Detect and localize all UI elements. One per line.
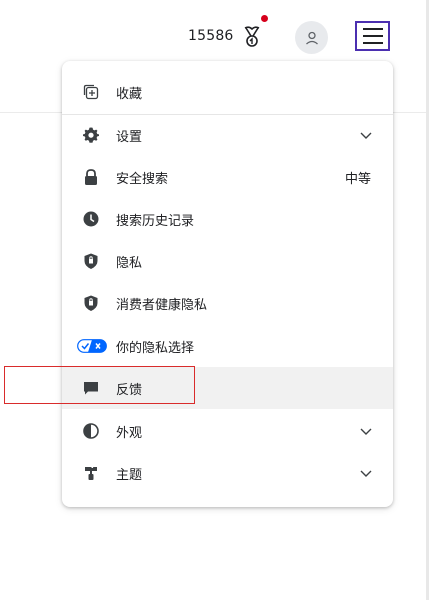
chevron-down-icon [360, 470, 372, 477]
hamburger-bar [362, 28, 383, 30]
paint-brush-icon [81, 463, 101, 483]
menu-item-label: 安全搜索 [116, 171, 169, 187]
menu-item-search-history[interactable]: 搜索历史记录 [62, 198, 393, 240]
chevron-down-icon [360, 428, 372, 435]
menu-item-label: 你的隐私选择 [116, 340, 195, 356]
shield-icon [81, 293, 101, 313]
menu-item-settings[interactable]: 设置 [62, 114, 393, 156]
hamburger-bar [362, 42, 383, 44]
menu-item-safesearch[interactable]: 安全搜索 中等 [62, 156, 393, 198]
menu-item-theme[interactable]: 主题 [62, 452, 393, 494]
menu-item-label: 搜索历史记录 [116, 213, 195, 229]
menu-item-label: 设置 [116, 129, 143, 145]
chevron-down-icon [360, 132, 372, 139]
menu-item-consumer-health-privacy[interactable]: 消费者健康隐私 [62, 282, 393, 324]
menu-item-privacy[interactable]: 隐私 [62, 240, 393, 282]
hamburger-bar [362, 35, 383, 37]
menu-item-collections[interactable]: 收藏 [62, 71, 393, 113]
menu-item-privacy-choices[interactable]: 你的隐私选择 [62, 325, 393, 367]
avatar[interactable] [295, 21, 328, 54]
menu-item-label: 主题 [116, 467, 143, 483]
menu-item-label: 消费者健康隐私 [116, 297, 208, 313]
highlight-annotation-box [4, 366, 195, 404]
clock-icon [81, 209, 101, 229]
gear-icon [81, 125, 101, 145]
contrast-icon [81, 421, 101, 441]
menu-item-label: 隐私 [116, 255, 143, 271]
settings-menu: 收藏 设置 安全搜索 中等 搜索历史记录 隐私 消费者健康隐私 你的隐私选择 反… [62, 61, 393, 507]
rewards-medal-icon[interactable] [239, 23, 265, 49]
shield-icon [81, 251, 101, 271]
menu-item-appearance[interactable]: 外观 [62, 410, 393, 452]
notification-dot [261, 15, 268, 22]
collections-icon [81, 82, 101, 102]
rewards-points[interactable]: 15586 [188, 28, 234, 44]
main-menu-button[interactable] [355, 21, 390, 51]
menu-item-label: 收藏 [116, 86, 143, 102]
menu-item-label: 外观 [116, 425, 143, 441]
privacy-toggle-icon [77, 336, 107, 356]
lock-icon [81, 167, 101, 187]
safesearch-value: 中等 [344, 171, 371, 187]
user-icon [305, 31, 318, 44]
